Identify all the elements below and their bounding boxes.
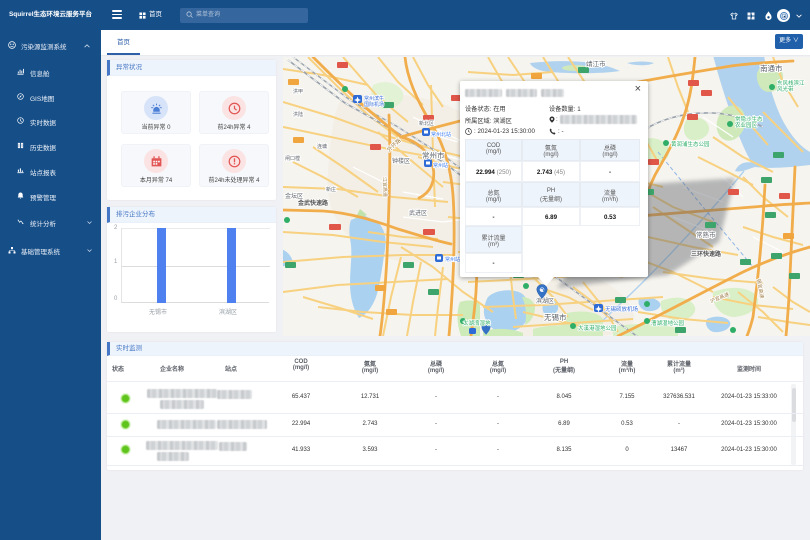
svg-text:新北区: 新北区 <box>419 120 434 127</box>
svg-text:南通市: 南通市 <box>760 63 783 73</box>
svg-text:闸口樘: 闸口樘 <box>285 155 300 162</box>
svg-text:东风栈滨江: 东风栈滨江 <box>777 79 805 87</box>
svg-text:常熟市: 常熟市 <box>696 230 716 239</box>
svg-text:常隐沙生态: 常隐沙生态 <box>735 115 763 123</box>
svg-text:洪陆: 洪陆 <box>293 111 303 118</box>
svg-text:大溪港湿地公园: 大溪港湿地公园 <box>578 324 617 332</box>
svg-text:常州北站: 常州北站 <box>431 131 451 138</box>
svg-text:金武快速路: 金武快速路 <box>297 199 329 207</box>
svg-text:武进区: 武进区 <box>409 209 427 217</box>
svg-text:常州站: 常州站 <box>445 256 460 263</box>
svg-text:太湖湾湿地: 太湖湾湿地 <box>463 319 491 327</box>
svg-text:钟楼区: 钟楼区 <box>392 157 410 165</box>
svg-text:洪甲: 洪甲 <box>293 88 303 95</box>
svg-text:黄润浦生态公园: 黄润浦生态公园 <box>671 140 710 148</box>
svg-text:新庄: 新庄 <box>326 186 336 193</box>
svg-text:漕湖湿地公园: 漕湖湿地公园 <box>651 319 685 327</box>
svg-text:风光带: 风光带 <box>777 85 794 93</box>
svg-text:无锡市: 无锡市 <box>544 312 567 322</box>
svg-text:农业园区: 农业园区 <box>735 121 758 129</box>
svg-text:常州站: 常州站 <box>433 162 448 169</box>
svg-text:常州市: 常州市 <box>422 150 445 160</box>
svg-text:常州滨牛: 常州滨牛 <box>364 95 384 102</box>
svg-text:连墉: 连墉 <box>317 143 327 150</box>
svg-text:三环快速路: 三环快速路 <box>691 250 722 258</box>
svg-text:无锡硕放机场: 无锡硕放机场 <box>605 305 639 313</box>
svg-text:江宜高速: 江宜高速 <box>381 177 389 197</box>
svg-text:金坛区: 金坛区 <box>285 192 303 200</box>
svg-text:国际机场: 国际机场 <box>364 101 384 108</box>
svg-text:靖江市: 靖江市 <box>586 59 606 68</box>
